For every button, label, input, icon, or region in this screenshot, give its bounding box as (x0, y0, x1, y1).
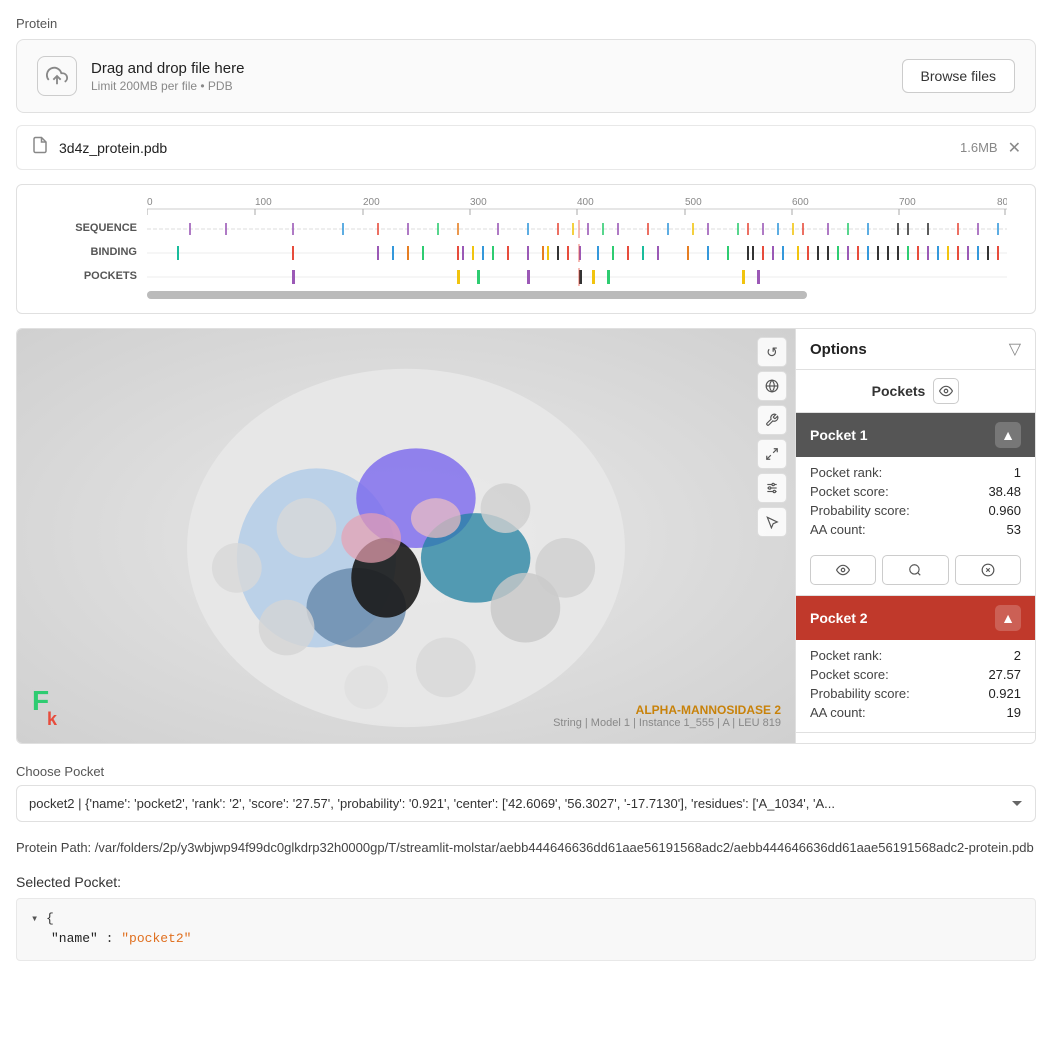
selected-pocket-label: Selected Pocket: (16, 874, 1036, 890)
pocket2-card: Pocket 2 ▲ Pocket rank: 2 Pocket score: … (796, 596, 1035, 733)
pocket1-aa-label: AA count: (810, 522, 866, 537)
file-icon (31, 136, 49, 159)
cursor-button[interactable] (757, 507, 787, 537)
pocket1-prob-value: 0.960 (988, 503, 1021, 518)
file-item: 3d4z_protein.pdb 1.6MB ✕ (16, 125, 1036, 170)
pocket1-score-value: 38.48 (988, 484, 1021, 499)
binding-row-label: BINDING (27, 246, 147, 258)
pockets-row-label: POCKETS (27, 270, 147, 282)
pocket1-collapse-button[interactable]: ▲ (995, 422, 1021, 448)
globe-button[interactable] (757, 371, 787, 401)
pocket1-card: Pocket 1 ▲ Pocket rank: 1 Pocket score: … (796, 413, 1035, 596)
upload-area: Drag and drop file here Limit 200MB per … (16, 39, 1036, 113)
svg-text:500: 500 (685, 197, 702, 208)
svg-text:300: 300 (470, 197, 487, 208)
expand-button[interactable] (757, 439, 787, 469)
pocket-select[interactable]: pocket2 | {'name': 'pocket2', 'rank': '2… (16, 785, 1036, 822)
pocket1-score-label: Pocket score: (810, 484, 889, 499)
pocket2-score-value: 27.57 (988, 667, 1021, 682)
protein-path-text: Protein Path: /var/folders/2p/y3wbjwp94f… (16, 838, 1036, 858)
pocket2-rank-value: 2 (1014, 648, 1021, 663)
selected-pocket-section: Selected Pocket: ▾ { "name" : "pocket2" (16, 874, 1036, 962)
wrench-button[interactable] (757, 405, 787, 435)
protein-name-label: ALPHA-MANNOSIDASE 2 (553, 703, 781, 717)
json-name-value: "pocket2" (121, 931, 191, 946)
options-title: Options (810, 341, 867, 358)
pocket1-search-button[interactable] (882, 555, 948, 585)
svg-text:700: 700 (899, 197, 916, 208)
file-size: 1.6MB (960, 140, 998, 155)
json-name-key: "name" (51, 931, 98, 946)
file-close-button[interactable]: ✕ (1008, 138, 1021, 158)
upload-title: Drag and drop file here (91, 60, 244, 77)
json-open-brace: { (46, 911, 54, 926)
main-panel: ALPHA-MANNOSIDASE 2 String | Model 1 | I… (16, 328, 1036, 744)
pocket2-aa-label: AA count: (810, 705, 866, 720)
options-panel: Options ▽ Pockets Pocket 1 ▲ Pocket rank… (795, 329, 1035, 743)
svg-text:400: 400 (577, 197, 594, 208)
pocket2-aa-value: 19 (1007, 705, 1021, 720)
pocket2-collapse-button[interactable]: ▲ (995, 605, 1021, 631)
pockets-label: Pockets (872, 383, 926, 399)
protein-path-section: Protein Path: /var/folders/2p/y3wbjwp94f… (16, 838, 1036, 858)
pocket1-prob-label: Probability score: (810, 503, 910, 518)
upload-subtitle: Limit 200MB per file • PDB (91, 79, 244, 93)
protein-section-label: Protein (16, 16, 1036, 31)
pocket1-aa-value: 53 (1007, 522, 1021, 537)
pocket2-prob-label: Probability score: (810, 686, 910, 701)
options-chevron-icon[interactable]: ▽ (1009, 339, 1021, 359)
reset-view-button[interactable]: ↺ (757, 337, 787, 367)
pocket1-rank-label: Pocket rank: (810, 465, 882, 480)
svg-text:200: 200 (363, 197, 380, 208)
pocket1-close-button[interactable] (955, 555, 1021, 585)
sliders-button[interactable] (757, 473, 787, 503)
choose-pocket-label: Choose Pocket (16, 764, 1036, 779)
svg-text:100: 100 (255, 197, 272, 208)
upload-cloud-icon (37, 56, 77, 96)
sequence-row-label: SEQUENCE (27, 222, 147, 234)
json-colon: : (106, 931, 122, 946)
viewer-area[interactable]: ALPHA-MANNOSIDASE 2 String | Model 1 | I… (17, 329, 795, 743)
sequence-viewer: 0 100 200 300 400 500 600 700 80 (16, 184, 1036, 314)
protein-meta-label: String | Model 1 | Instance 1_555 | A | … (553, 717, 781, 729)
pocket2-label: Pocket 2 (810, 610, 868, 626)
pockets-eye-button[interactable] (933, 378, 959, 404)
json-block: ▾ { "name" : "pocket2" (16, 898, 1036, 962)
svg-text:0: 0 (147, 197, 153, 208)
svg-text:800: 800 (997, 197, 1007, 208)
pocket1-eye-button[interactable] (810, 555, 876, 585)
svg-text:k: k (47, 709, 58, 729)
svg-text:600: 600 (792, 197, 809, 208)
pocket2-score-label: Pocket score: (810, 667, 889, 682)
json-arrow-icon: ▾ (31, 912, 38, 926)
browse-files-button[interactable]: Browse files (902, 59, 1015, 93)
file-name: 3d4z_protein.pdb (59, 140, 942, 156)
choose-pocket-section: Choose Pocket pocket2 | {'name': 'pocket… (16, 764, 1036, 822)
pocket2-prob-value: 0.921 (988, 686, 1021, 701)
pocket2-rank-label: Pocket rank: (810, 648, 882, 663)
pocket1-rank-value: 1 (1014, 465, 1021, 480)
pocket1-label: Pocket 1 (810, 427, 868, 443)
